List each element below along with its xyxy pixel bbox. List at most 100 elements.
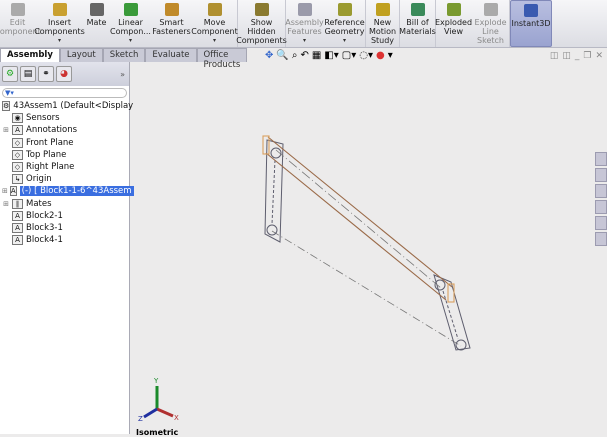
ribbon-button-instant3d[interactable]: Instant3D xyxy=(510,0,552,47)
scene-icon[interactable]: ▾ xyxy=(388,50,393,61)
tree-filter[interactable]: ▼▾ xyxy=(2,88,127,98)
ribbon-button-explode-line[interactable]: Explode Line Sketch xyxy=(472,0,510,47)
zoom-area-icon[interactable]: ⌕ xyxy=(292,50,298,61)
tree-item[interactable]: ⊞ ∥ Mates xyxy=(0,198,129,210)
ribbon-button-assembly-features[interactable]: Assembly Features ▾ xyxy=(285,0,324,47)
tree-item-label: Front Plane xyxy=(26,137,74,148)
view-palette-icon[interactable] xyxy=(595,200,607,214)
triad-y-label: Y xyxy=(153,377,159,385)
ribbon-button-exploded-view[interactable]: Exploded View xyxy=(434,0,473,47)
dropdown-arrow-icon[interactable]: ▾ xyxy=(343,36,346,45)
close-icon[interactable]: ✕ xyxy=(595,51,603,61)
ribbon-button-label: Mate xyxy=(86,18,107,27)
feature-tree: ⚙ 43Assem1 (Default<Display ◉ Sensors ⊞ A Anno… xyxy=(0,100,134,246)
tab-sketch[interactable]: Sketch xyxy=(102,48,146,62)
dropdown-arrow-icon[interactable]: ▾ xyxy=(213,36,216,45)
ribbon-button-show-hidden[interactable]: Show Hidden Components xyxy=(236,0,287,47)
display-style-icon[interactable]: ▢▾ xyxy=(342,50,356,61)
hide-show-icon[interactable]: ◌▾ xyxy=(359,50,373,61)
block-icon: A xyxy=(12,210,23,221)
mechanism-model xyxy=(262,135,471,351)
ribbon-button-bom[interactable]: Bill of Materials xyxy=(399,0,436,47)
tab-evaluate[interactable]: Evaluate xyxy=(145,48,197,62)
dropdown-arrow-icon[interactable]: ▾ xyxy=(129,36,132,45)
dropdown-arrow-icon[interactable]: ▾ xyxy=(58,36,61,45)
triad-z-label: Z xyxy=(138,415,143,423)
design-library-icon[interactable] xyxy=(595,168,607,182)
tree-item[interactable]: A Block2-1 xyxy=(0,210,129,222)
section-view-icon[interactable]: ▦ xyxy=(312,50,321,61)
triad-x-label: X xyxy=(174,414,179,422)
ribbon-button-reference-geometry[interactable]: Reference Geometry ▾ xyxy=(324,0,366,47)
appearance-icon[interactable]: ● xyxy=(376,50,385,61)
axis-triad: Y X Z xyxy=(138,377,179,423)
tree-item[interactable]: A Block3-1 xyxy=(0,222,129,234)
tree-item[interactable]: ◇ Top Plane xyxy=(0,149,129,161)
exploded-view-icon xyxy=(446,3,461,16)
expand-icon[interactable]: ⊞ xyxy=(2,200,10,208)
tree-item-label: Origin xyxy=(26,174,52,185)
solidworks-resources-icon[interactable] xyxy=(595,152,607,166)
block-icon: A xyxy=(12,235,23,246)
ribbon-button-edit-component[interactable]: Edit Component xyxy=(0,0,41,47)
custom-properties-icon[interactable] xyxy=(595,232,607,246)
expand-icon[interactable]: ⊞ xyxy=(2,187,8,195)
tile-horizontal-icon[interactable]: ◫ xyxy=(550,51,559,61)
zoom-icon[interactable]: 🔍 xyxy=(276,50,288,61)
tree-item[interactable]: ◉ Sensors xyxy=(0,112,129,124)
ribbon-button-label: Insert Components xyxy=(34,18,85,36)
ribbon-button-label: Bill of Materials xyxy=(399,18,436,36)
feature-manager-tab-icon[interactable]: ⚙ xyxy=(2,66,18,82)
graphics-area[interactable]: Y X Z xyxy=(131,62,607,434)
plane-icon: ◇ xyxy=(12,149,23,160)
ribbon-button-insert-components[interactable]: Insert Components ▾ xyxy=(34,0,85,47)
ribbon-button-mate[interactable]: Mate xyxy=(84,0,110,47)
heads-up-view-toolbar: ✥ 🔍 ⌕ ↶ ▦ ◧▾ ▢▾ ◌▾ ● ▾ xyxy=(265,50,393,61)
ribbon-button-label: Instant3D xyxy=(511,19,551,28)
view-orientation-icon[interactable]: ◧▾ xyxy=(324,50,338,61)
tree-item[interactable]: ↳ Origin xyxy=(0,173,129,185)
tree-item-label: Top Plane xyxy=(26,149,67,160)
display-manager-tab-icon[interactable]: ◕ xyxy=(56,66,72,82)
task-pane-tabs xyxy=(595,152,607,246)
previous-view-icon[interactable]: ↶ xyxy=(300,50,308,61)
pan-icon[interactable]: ✥ xyxy=(265,50,273,61)
tree-item[interactable]: ⊞ A (-) [ Block1-1-6^43Assem xyxy=(0,185,134,197)
tile-vertical-icon[interactable]: ◫ xyxy=(562,51,571,61)
filter-icon: ▼▾ xyxy=(5,89,14,97)
ribbon-button-label: Exploded View xyxy=(434,18,473,36)
tree-item[interactable]: ◇ Front Plane xyxy=(0,137,129,149)
tree-item-label: Block3-1 xyxy=(26,222,63,233)
ribbon-button-label: Move Component xyxy=(191,18,238,36)
dropdown-arrow-icon[interactable]: ▾ xyxy=(303,36,306,45)
appearances-icon[interactable] xyxy=(595,216,607,230)
file-explorer-icon[interactable] xyxy=(595,184,607,198)
ribbon-button-smart-fasteners[interactable]: Smart Fasteners xyxy=(152,0,192,47)
expand-icon[interactable]: ⊞ xyxy=(2,126,10,134)
ribbon-button-label: New Motion Study xyxy=(368,18,397,45)
tree-item[interactable]: ⊞ A Annotations xyxy=(0,124,129,136)
ribbon-button-motion-study[interactable]: New Motion Study xyxy=(366,0,400,47)
tab-assembly[interactable]: Assembly xyxy=(0,48,60,62)
command-manager-ribbon: Edit ComponentInsert Components▾MateLine… xyxy=(0,0,607,48)
move-component-icon xyxy=(207,3,222,16)
property-manager-tab-icon[interactable]: ▤ xyxy=(20,66,36,82)
command-tabs: Assembly Layout Sketch Evaluate Office Produ… xyxy=(0,48,248,70)
tree-item-label: Block2-1 xyxy=(26,210,63,221)
tree-item[interactable]: ⚙ 43Assem1 (Default<Display xyxy=(0,100,133,112)
tab-office-products[interactable]: Office Products xyxy=(196,48,248,70)
minimize-icon[interactable]: _ xyxy=(575,51,580,61)
tab-layout[interactable]: Layout xyxy=(59,48,103,62)
left-link xyxy=(264,139,284,243)
tree-item-label: Annotations xyxy=(26,125,78,136)
ribbon-button-linear-pattern[interactable]: Linear Compon... ▾ xyxy=(110,0,152,47)
reference-geometry-icon xyxy=(337,3,352,16)
block-icon: A xyxy=(9,186,17,197)
window-controls: ◫ ◫ _ ❐ ✕ xyxy=(550,51,603,61)
expand-panel-icon[interactable]: » xyxy=(120,70,125,79)
configuration-manager-tab-icon[interactable]: ⚭ xyxy=(38,66,54,82)
tree-item[interactable]: A Block4-1 xyxy=(0,234,129,246)
restore-icon[interactable]: ❐ xyxy=(583,51,591,61)
tree-item[interactable]: ◇ Right Plane xyxy=(0,161,129,173)
ribbon-button-move-component[interactable]: Move Component ▾ xyxy=(191,0,238,47)
